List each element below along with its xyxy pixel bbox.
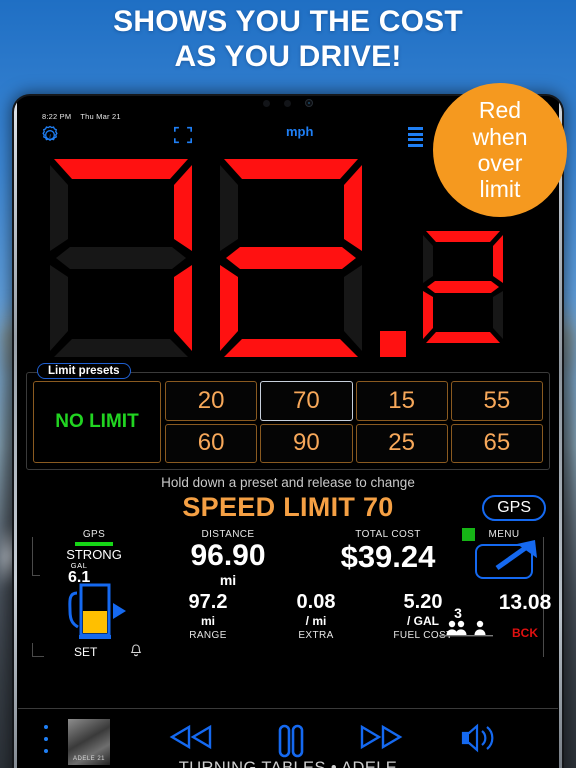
media-bar: ADELE 21 TURNING TABLES • ADELE (18, 708, 558, 768)
status-date: Thu Mar 21 (80, 112, 121, 121)
menu-block[interactable]: MENU (462, 529, 546, 579)
volume-icon[interactable] (460, 723, 496, 758)
status-time: 8:22 PM (42, 112, 72, 121)
menu-label: MENU (488, 529, 520, 540)
total-cost-block: TOTAL COST $39.24 (308, 529, 468, 574)
speed-unit-label[interactable]: mph (286, 124, 313, 139)
headline-line-1: SHOWS YOU THE COST (113, 5, 463, 38)
extra-label: EXTRA (298, 630, 334, 641)
range-value: 97.2 (188, 591, 228, 613)
headline-line-2: AS YOU DRIVE! (174, 40, 402, 74)
limit-presets-panel: Limit presets NO LIMIT 20 70 15 55 60 90… (26, 363, 550, 470)
speed-limit-text: SPEED LIMIT 70 (182, 492, 394, 522)
extra-value: 0.08 (296, 591, 336, 613)
gps-strength-bar (75, 542, 113, 546)
bell-icon[interactable] (128, 643, 144, 664)
total-cost-value: $39.24 (340, 539, 436, 574)
preset-button-15[interactable]: 15 (355, 381, 448, 421)
extra-block: 0.08 / mi EXTRA (266, 591, 366, 641)
data-panel: GPS STRONG GAL 6.1 SET DISTANCE 96.90 mi… (18, 528, 558, 664)
gear-info-icon[interactable]: i (40, 125, 60, 150)
badge-line-2: when (472, 123, 528, 150)
distance-value: 96.90 (190, 539, 266, 572)
preset-button-90[interactable]: 90 (260, 423, 353, 463)
fuel-set-label[interactable]: SET (74, 645, 97, 659)
range-label: RANGE (189, 630, 227, 641)
gps-strength-text: STRONG (66, 547, 122, 562)
more-dots-icon[interactable] (44, 725, 48, 761)
preset-button-25[interactable]: 25 (355, 423, 448, 463)
gps-label: GPS (82, 529, 106, 540)
preset-buttons-grid: 20 70 15 55 60 90 25 65 (165, 381, 543, 463)
limit-presets-legend: Limit presets (37, 363, 131, 379)
preset-button-20[interactable]: 20 (165, 381, 258, 421)
svg-text:i: i (49, 133, 51, 140)
fullscreen-icon[interactable] (173, 126, 193, 149)
front-camera-icon (305, 99, 313, 107)
range-block: 97.2 mi RANGE (153, 591, 263, 641)
promo-headline: SHOWS YOU THE COST AS YOU DRIVE! (0, 4, 576, 75)
gps-button[interactable]: GPS (482, 495, 546, 521)
sensor-dot-icon (263, 99, 270, 107)
speaker-dot-icon (284, 99, 291, 107)
fuel-pump-icon[interactable] (64, 581, 126, 648)
preset-button-60[interactable]: 60 (165, 423, 258, 463)
hamburger-menu-icon[interactable] (408, 127, 423, 149)
pause-icon[interactable] (274, 723, 308, 764)
badge-line-3: over (477, 150, 523, 176)
rewind-icon[interactable] (168, 723, 214, 756)
fast-forward-icon[interactable] (358, 723, 404, 756)
badge-line-1: Red (478, 97, 522, 124)
no-limit-button[interactable]: NO LIMIT (33, 381, 161, 463)
bck-block: 13.08 BCK (480, 591, 558, 640)
speed-limit-row: SPEED LIMIT 70 GPS (18, 492, 558, 523)
badge-line-4: limit (479, 176, 521, 203)
distance-block: DISTANCE 96.90 mi (153, 529, 303, 588)
now-playing-text: TURNING TABLES • ADELE (178, 759, 398, 768)
callout-badge: Red when over limit (433, 83, 567, 217)
preset-button-65[interactable]: 65 (450, 423, 543, 463)
preset-button-70[interactable]: 70 (260, 381, 353, 421)
gps-status: GPS STRONG (40, 529, 148, 562)
range-unit: mi (200, 614, 215, 628)
bck-label: BCK (512, 626, 538, 640)
distance-unit: mi (219, 571, 237, 588)
extra-unit: / mi (305, 614, 327, 628)
bck-value: 13.08 (498, 591, 552, 614)
preset-button-55[interactable]: 55 (450, 381, 543, 421)
preset-hint-text: Hold down a preset and release to change (161, 475, 415, 490)
exit-arrow-icon[interactable] (475, 540, 537, 579)
